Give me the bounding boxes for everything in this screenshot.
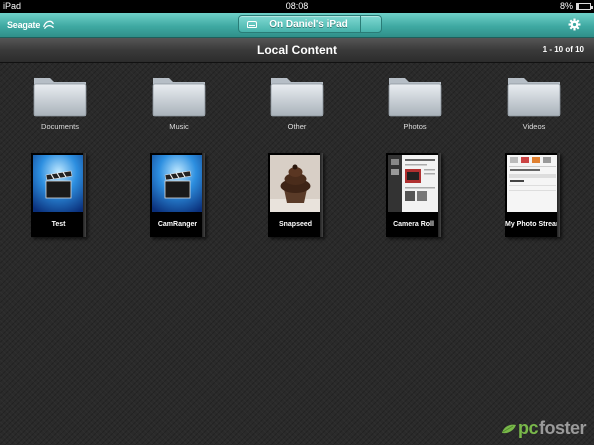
status-bar: iPad 08:08 8%: [0, 0, 594, 13]
camera-screenshot-thumbnail: [388, 155, 439, 212]
album-label: My Photo Stream: [505, 221, 560, 228]
album-label: Test: [51, 221, 66, 228]
content-header: Local Content 1 - 10 of 10: [0, 38, 594, 63]
folder-photos[interactable]: Photos: [375, 72, 455, 131]
video-clapper-thumbnail: [33, 155, 84, 212]
location-selector-button[interactable]: On Daniel's iPad: [238, 15, 382, 33]
album-label: CamRanger: [157, 221, 198, 228]
folder-label: Photos: [403, 122, 427, 131]
cupcake-photo-thumbnail: [270, 155, 321, 212]
folder-label: Music: [169, 122, 189, 131]
gear-icon[interactable]: [568, 18, 581, 31]
seagate-swirl-icon: [43, 20, 54, 29]
folder-documents[interactable]: Documents: [20, 72, 100, 131]
brand-name: Seagate: [7, 19, 41, 30]
app-screenshot-thumbnail: [507, 155, 558, 212]
album-camranger[interactable]: CamRanger: [150, 153, 205, 237]
leaf-icon: [501, 424, 516, 433]
folder-videos[interactable]: Videos: [494, 72, 574, 131]
folder-other[interactable]: Other: [257, 72, 337, 131]
album-label: Camera Roll: [393, 221, 434, 228]
status-time: 08:08: [285, 1, 309, 11]
battery-percent: 8%: [559, 1, 573, 11]
battery-icon: [576, 3, 593, 10]
folder-icon: [152, 78, 206, 117]
folder-icon: [507, 78, 561, 117]
nav-bar: Seagate On Daniel's iPad: [0, 13, 594, 38]
location-label: On Daniel's iPad: [269, 18, 348, 30]
folder-icon: [388, 78, 442, 117]
album-my-photo-stream[interactable]: My Photo Stream: [505, 153, 560, 237]
watermark-pc: pc: [517, 418, 539, 438]
video-clapper-thumbnail: [152, 155, 203, 212]
folder-label: Documents: [41, 122, 79, 131]
album-snapseed[interactable]: Snapseed: [268, 153, 323, 237]
seagate-logo: Seagate: [7, 18, 55, 31]
drive-icon: [247, 20, 257, 28]
album-label: Snapseed: [278, 221, 313, 228]
album-test[interactable]: Test: [31, 153, 86, 237]
folder-icon: [33, 78, 87, 117]
battery-status: 8%: [559, 0, 593, 13]
folder-icon: [270, 78, 324, 117]
album-camera-roll[interactable]: Camera Roll: [386, 153, 441, 237]
item-count: 1 - 10 of 10: [542, 45, 584, 54]
folder-label: Other: [287, 122, 307, 131]
folder-music[interactable]: Music: [139, 72, 219, 131]
folder-label: Videos: [522, 122, 546, 131]
page-title: Local Content: [257, 43, 337, 57]
pcfoster-watermark: pc foster: [501, 418, 587, 439]
watermark-foster: foster: [538, 418, 587, 438]
